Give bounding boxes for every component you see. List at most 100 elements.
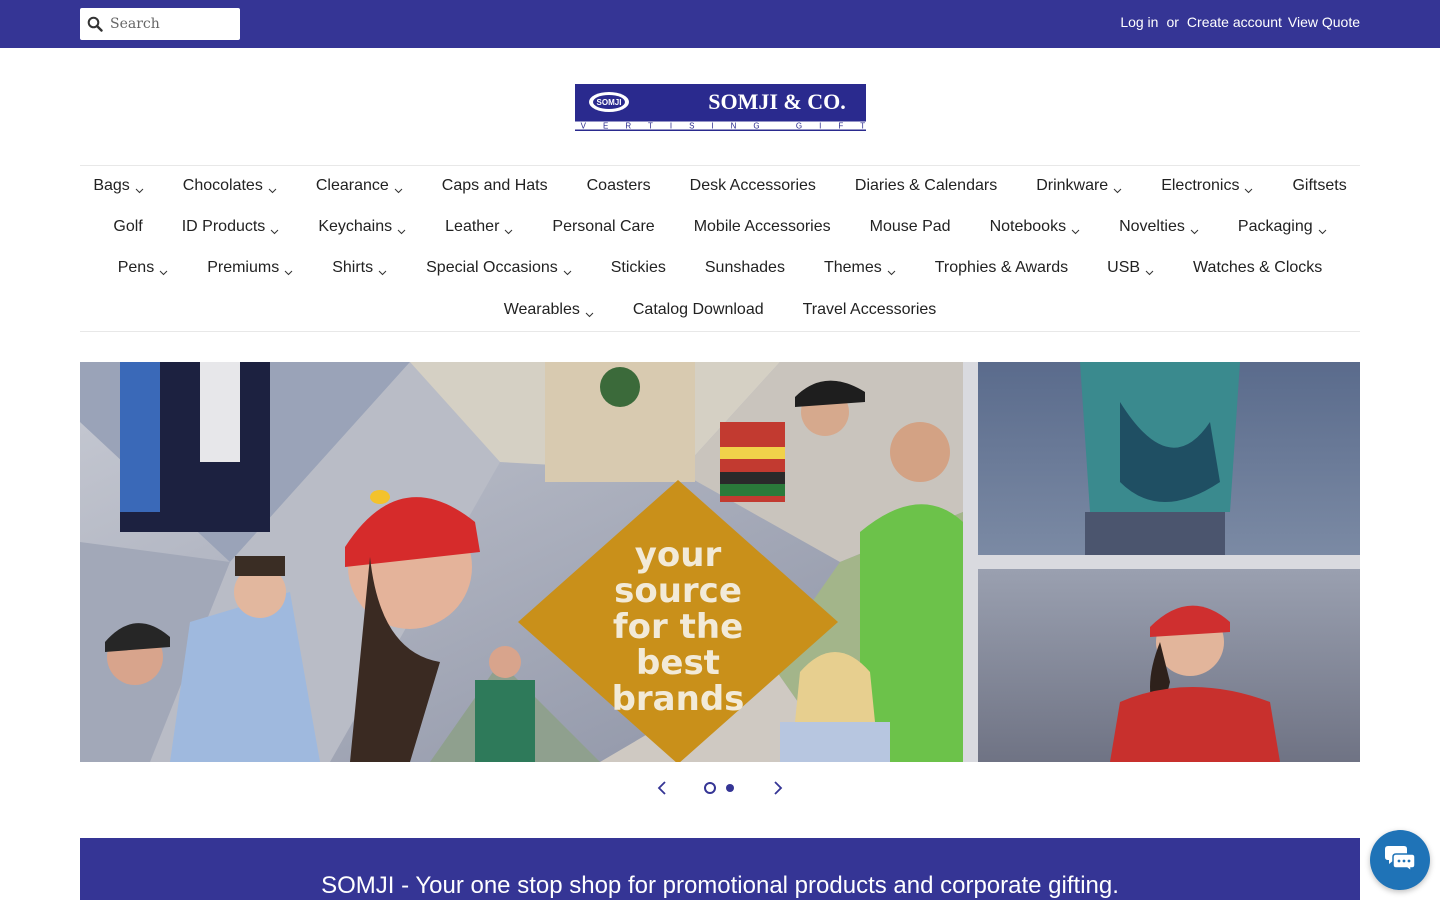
view-quote-link[interactable]: View Quote (1288, 14, 1360, 30)
nav-item-label: Premiums (207, 259, 280, 276)
nav-item-label: Wearables (503, 301, 580, 318)
create-account-link[interactable]: Create account (1187, 14, 1282, 30)
nav-item-label: Catalog Download (632, 301, 764, 318)
nav-item-label: Trophies & Awards (934, 259, 1069, 276)
nav-item-special-occasions[interactable]: Special Occasions (407, 259, 592, 277)
chevron-down-icon (135, 182, 144, 193)
chat-icon (1384, 844, 1416, 877)
chevron-down-icon (394, 182, 403, 193)
nav-item-diaries-calendars[interactable]: Diaries & Calendars (835, 177, 1016, 195)
nav-item-catalog-download[interactable]: Catalog Download (613, 301, 783, 319)
nav-item-label: Novelties (1119, 218, 1185, 235)
nav-item-label: Sunshades (704, 259, 785, 276)
nav-item-label: Bags (93, 177, 130, 194)
nav-item-label: Giftsets (1292, 177, 1347, 194)
nav-row: Wearables Catalog Download Travel Accessor… (80, 301, 1360, 319)
nav-item-themes[interactable]: Themes (804, 259, 915, 277)
nav-item-id-products[interactable]: ID Products (162, 218, 299, 236)
search-box[interactable] (80, 8, 240, 40)
nav-item-travel-accessories[interactable]: Travel Accessories (783, 301, 956, 319)
top-bar: Log in or Create account View Quote (0, 0, 1440, 48)
nav-item-label: Packaging (1237, 218, 1313, 235)
nav-item-electronics[interactable]: Electronics (1142, 177, 1273, 195)
nav-row: Pens Premiums Shirts Special Occasions Stick… (80, 259, 1360, 277)
nav-item-watches-clocks[interactable]: Watches & Clocks (1174, 259, 1342, 277)
chevron-down-icon (284, 264, 293, 275)
chevron-down-icon (1318, 223, 1327, 234)
slide-dot[interactable] (726, 784, 734, 792)
nav-item-label: Travel Accessories (802, 301, 937, 318)
nav-item-chocolates[interactable]: Chocolates (163, 177, 296, 195)
nav-item-label: Watches & Clocks (1193, 259, 1323, 276)
nav-item-mobile-accessories[interactable]: Mobile Accessories (674, 218, 850, 236)
chevron-down-icon (270, 223, 279, 234)
site-logo[interactable]: SOMJI SOMJI & CO. ADVERTISING GIFTS (536, 84, 887, 131)
chevron-right-icon[interactable] (768, 778, 788, 798)
nav-item-golf[interactable]: Golf (94, 218, 162, 236)
nav-item-wearables[interactable]: Wearables (484, 301, 613, 319)
logo-tagline: ADVERTISING GIFTS (575, 122, 866, 131)
nav-item-label: Clearance (315, 177, 389, 194)
chevron-down-icon (159, 264, 168, 275)
chevron-down-icon (378, 264, 387, 275)
nav-item-pens[interactable]: Pens (98, 259, 187, 277)
chevron-down-icon (1145, 264, 1154, 275)
nav-item-caps-and-hats[interactable]: Caps and Hats (422, 177, 567, 195)
nav-item-sunshades[interactable]: Sunshades (685, 259, 804, 277)
nav-item-label: Themes (823, 259, 882, 276)
chevron-down-icon (1113, 182, 1122, 193)
nav-item-label: Coasters (586, 177, 651, 194)
nav-item-label: Drinkware (1036, 177, 1109, 194)
nav-item-trophies-awards[interactable]: Trophies & Awards (915, 259, 1087, 277)
account-links: Log in or Create account View Quote (1120, 14, 1360, 30)
nav-item-novelties[interactable]: Novelties (1100, 218, 1219, 236)
nav-item-leather[interactable]: Leather (426, 218, 533, 236)
nav-item-premiums[interactable]: Premiums (188, 259, 313, 277)
login-link[interactable]: Log in (1120, 14, 1158, 30)
nav-item-label: Chocolates (182, 177, 263, 194)
slogan-line: source (614, 571, 742, 611)
nav-item-clearance[interactable]: Clearance (296, 177, 422, 195)
nav-item-label: ID Products (181, 218, 266, 235)
nav-item-label: Keychains (318, 218, 393, 235)
nav-item-stickies[interactable]: Stickies (591, 259, 685, 277)
slide-dot-active[interactable] (704, 782, 716, 794)
nav-item-keychains[interactable]: Keychains (299, 218, 426, 236)
nav-item-label: Golf (113, 218, 143, 235)
chevron-down-icon (563, 264, 572, 275)
hero-slider[interactable]: your source for the best brands (80, 362, 1360, 762)
search-input[interactable] (110, 10, 232, 38)
chevron-down-icon (1190, 223, 1199, 234)
nav-item-shirts[interactable]: Shirts (313, 259, 407, 277)
nav-item-label: Special Occasions (426, 259, 558, 276)
chevron-down-icon (887, 264, 896, 275)
nav-item-label: Desk Accessories (689, 177, 816, 194)
nav-item-label: Mobile Accessories (693, 218, 831, 235)
chevron-left-icon[interactable] (652, 778, 672, 798)
nav-item-usb[interactable]: USB (1088, 259, 1174, 277)
chevron-down-icon (585, 306, 594, 317)
nav-item-label: Diaries & Calendars (854, 177, 998, 194)
nav-item-personal-care[interactable]: Personal Care (533, 218, 674, 236)
slogan-line: brands (612, 679, 745, 719)
nav-item-label: Shirts (332, 259, 374, 276)
logo-name: SOMJI & CO. (708, 89, 846, 114)
nav-item-label: Mouse Pad (869, 218, 951, 235)
promo-banner: SOMJI - Your one stop shop for promotion… (80, 838, 1360, 900)
nav-item-label: Notebooks (989, 218, 1067, 235)
nav-item-label: Stickies (610, 259, 666, 276)
nav-item-bags[interactable]: Bags (74, 177, 163, 195)
nav-item-notebooks[interactable]: Notebooks (970, 218, 1100, 236)
nav-item-coasters[interactable]: Coasters (567, 177, 670, 195)
nav-item-mouse-pad[interactable]: Mouse Pad (850, 218, 970, 236)
chevron-down-icon (397, 223, 406, 234)
search-icon[interactable] (80, 8, 110, 40)
nav-item-giftsets[interactable]: Giftsets (1273, 177, 1366, 195)
chat-button[interactable] (1370, 830, 1430, 890)
main-nav: Bags Chocolates Clearance Caps and Hats Coas… (80, 165, 1360, 332)
chevron-down-icon (1071, 223, 1080, 234)
chevron-down-icon (268, 182, 277, 193)
nav-item-desk-accessories[interactable]: Desk Accessories (670, 177, 835, 195)
nav-item-packaging[interactable]: Packaging (1218, 218, 1346, 236)
nav-item-drinkware[interactable]: Drinkware (1017, 177, 1142, 195)
